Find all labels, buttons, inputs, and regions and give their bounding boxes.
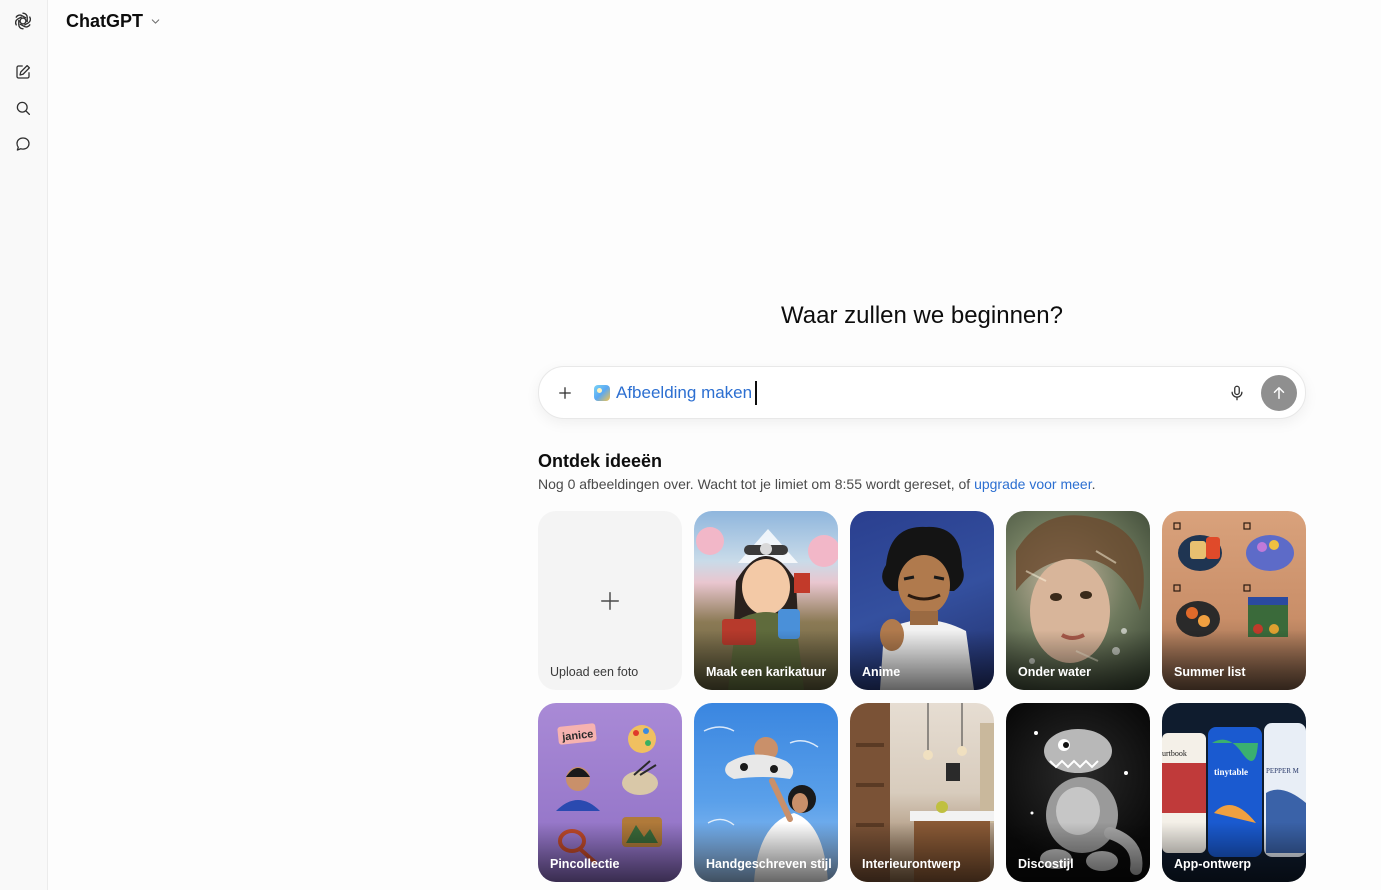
openai-logo-button[interactable] [6, 4, 40, 38]
text-caret [755, 381, 757, 405]
tool-chip-label: Afbeelding maken [616, 382, 753, 402]
model-switcher[interactable]: ChatGPT [60, 8, 168, 34]
card-shade [850, 630, 994, 690]
app-brand-1: tinytable [1214, 767, 1248, 777]
chevron-down-icon [151, 18, 160, 24]
microphone-icon [1231, 385, 1243, 400]
card-shade [694, 630, 838, 690]
new-chat-button[interactable] [6, 55, 40, 89]
chats-button[interactable] [6, 127, 40, 161]
card-pin-collection[interactable]: janice Pincollectie [538, 703, 682, 882]
card-caricature[interactable]: Maak een karikatuur [694, 511, 838, 690]
arrow-up-icon [1273, 386, 1285, 399]
card-handwritten-style[interactable]: Handgeschreven stijl [694, 703, 838, 882]
card-shade [1162, 822, 1306, 882]
send-button[interactable] [1261, 374, 1297, 411]
discover-title: Ontdek ideeën [538, 451, 663, 471]
app-brand-3: urtbook [1162, 749, 1187, 758]
app-brand-2: PEPPER M [1266, 767, 1300, 775]
dictate-button[interactable] [1221, 377, 1253, 409]
idea-grid: Upload een foto Maak een karikatuur Anim… [538, 511, 1306, 882]
card-label: Maak een karikatuur [706, 665, 827, 679]
tool-chip-create-image[interactable]: Afbeelding maken [594, 383, 752, 403]
card-shade [1162, 630, 1306, 690]
card-shade [538, 822, 682, 882]
discover-subtitle: Nog 0 afbeeldingen over. Wacht tot je li… [538, 476, 1095, 492]
attach-button[interactable] [550, 378, 580, 408]
card-shade [1006, 822, 1150, 882]
card-anime[interactable]: Anime [850, 511, 994, 690]
card-shade [694, 822, 838, 882]
model-name: ChatGPT [66, 10, 144, 31]
card-label: Upload een foto [550, 665, 639, 679]
sidebar-rail [0, 0, 48, 890]
page-heading: Waar zullen we beginnen? [781, 302, 1063, 329]
plus-icon [559, 386, 571, 399]
search-icon [16, 101, 31, 116]
card-upload-photo[interactable]: Upload een foto [538, 511, 682, 690]
card-label: Anime [862, 665, 901, 679]
upload-plus-icon [599, 590, 621, 612]
image-icon [594, 384, 610, 401]
card-label: App-ontwerp [1174, 857, 1252, 871]
card-label: Handgeschreven stijl [706, 857, 832, 871]
search-chats-button[interactable] [6, 91, 40, 125]
discover-subtitle-end: . [1091, 476, 1096, 492]
card-app-design[interactable]: urtbook tinytable PEPPER M App-ontwerp [1162, 703, 1306, 882]
openai-logo-icon [14, 12, 32, 30]
card-label: Interieurontwerp [862, 857, 961, 871]
prompt-input[interactable] [758, 377, 1221, 408]
chat-bubble-icon [16, 137, 30, 151]
card-label: Pincollectie [550, 857, 620, 871]
card-label: Onder water [1018, 665, 1091, 679]
upgrade-link[interactable]: upgrade voor meer [974, 476, 1092, 492]
discover-subtitle-text: Nog 0 afbeeldingen over. Wacht tot je li… [538, 476, 975, 492]
card-shade [850, 822, 994, 882]
card-label: Discostijl [1018, 857, 1074, 871]
new-chat-icon [16, 64, 31, 79]
card-disco-style[interactable]: Discostijl [1006, 703, 1150, 882]
card-summer-list[interactable]: Summer list [1162, 511, 1306, 690]
card-interior-design[interactable]: Interieurontwerp [850, 703, 994, 882]
card-label: Summer list [1174, 665, 1246, 679]
card-underwater[interactable]: Onder water [1006, 511, 1150, 690]
main-area: ChatGPT Waar zullen we beginnen? Afbeeld… [48, 0, 1381, 890]
card-shade [1006, 630, 1150, 690]
composer: Afbeelding maken [538, 366, 1306, 419]
